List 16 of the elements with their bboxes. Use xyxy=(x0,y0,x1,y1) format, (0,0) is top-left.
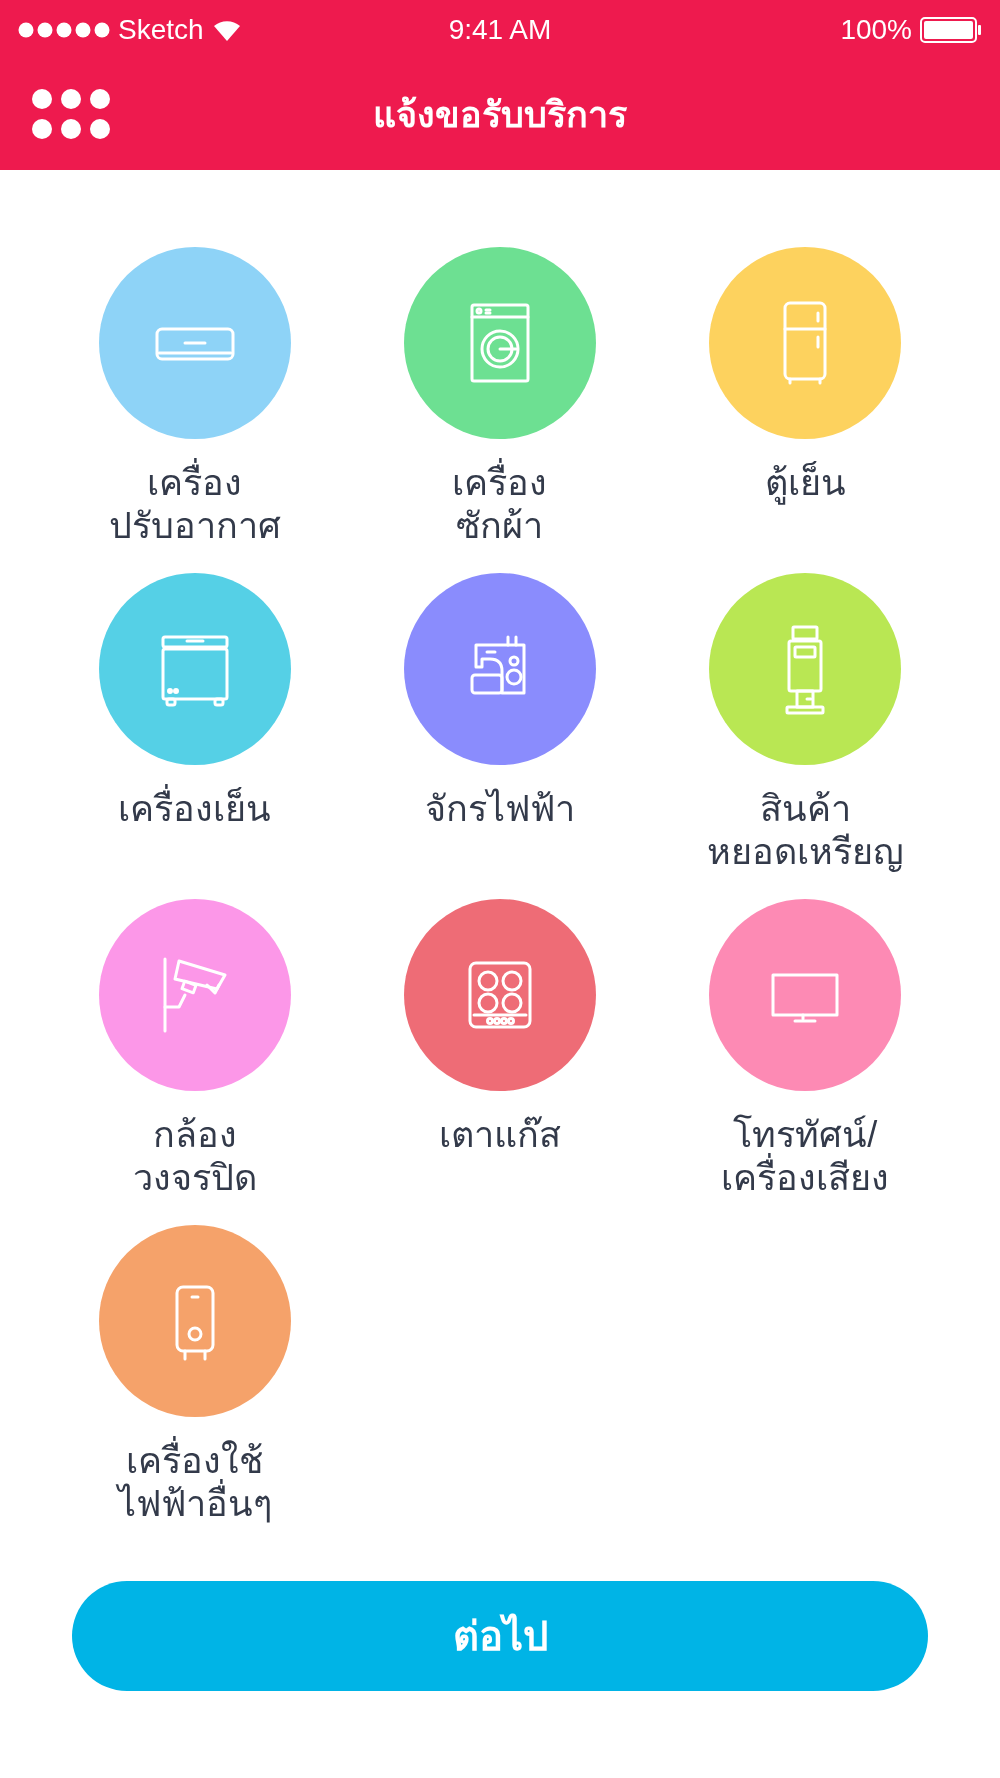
battery-icon xyxy=(920,17,982,43)
next-button[interactable]: ต่อไป xyxy=(72,1581,928,1691)
status-time: 9:41 AM xyxy=(448,13,552,47)
menu-button[interactable] xyxy=(31,88,111,140)
service-label: กล้อง วงจรปิด xyxy=(132,1113,257,1200)
signal-icon xyxy=(18,22,110,38)
service-label: เตาแก๊ส xyxy=(439,1113,561,1157)
service-label: จักรไฟฟ้า xyxy=(425,787,575,831)
menu-icon xyxy=(31,88,111,140)
carrier-name: Sketch xyxy=(118,13,204,47)
battery-percent: 100% xyxy=(840,13,912,47)
service-label: โทรทัศน์/ เครื่องเสียง xyxy=(721,1113,890,1200)
service-label: สินค้า หยอดเหรียญ xyxy=(706,787,904,874)
service-label: ตู้เย็น xyxy=(764,461,846,505)
wifi-icon xyxy=(211,19,242,41)
page-title: แจ้งขอรับบริการ xyxy=(373,93,627,137)
